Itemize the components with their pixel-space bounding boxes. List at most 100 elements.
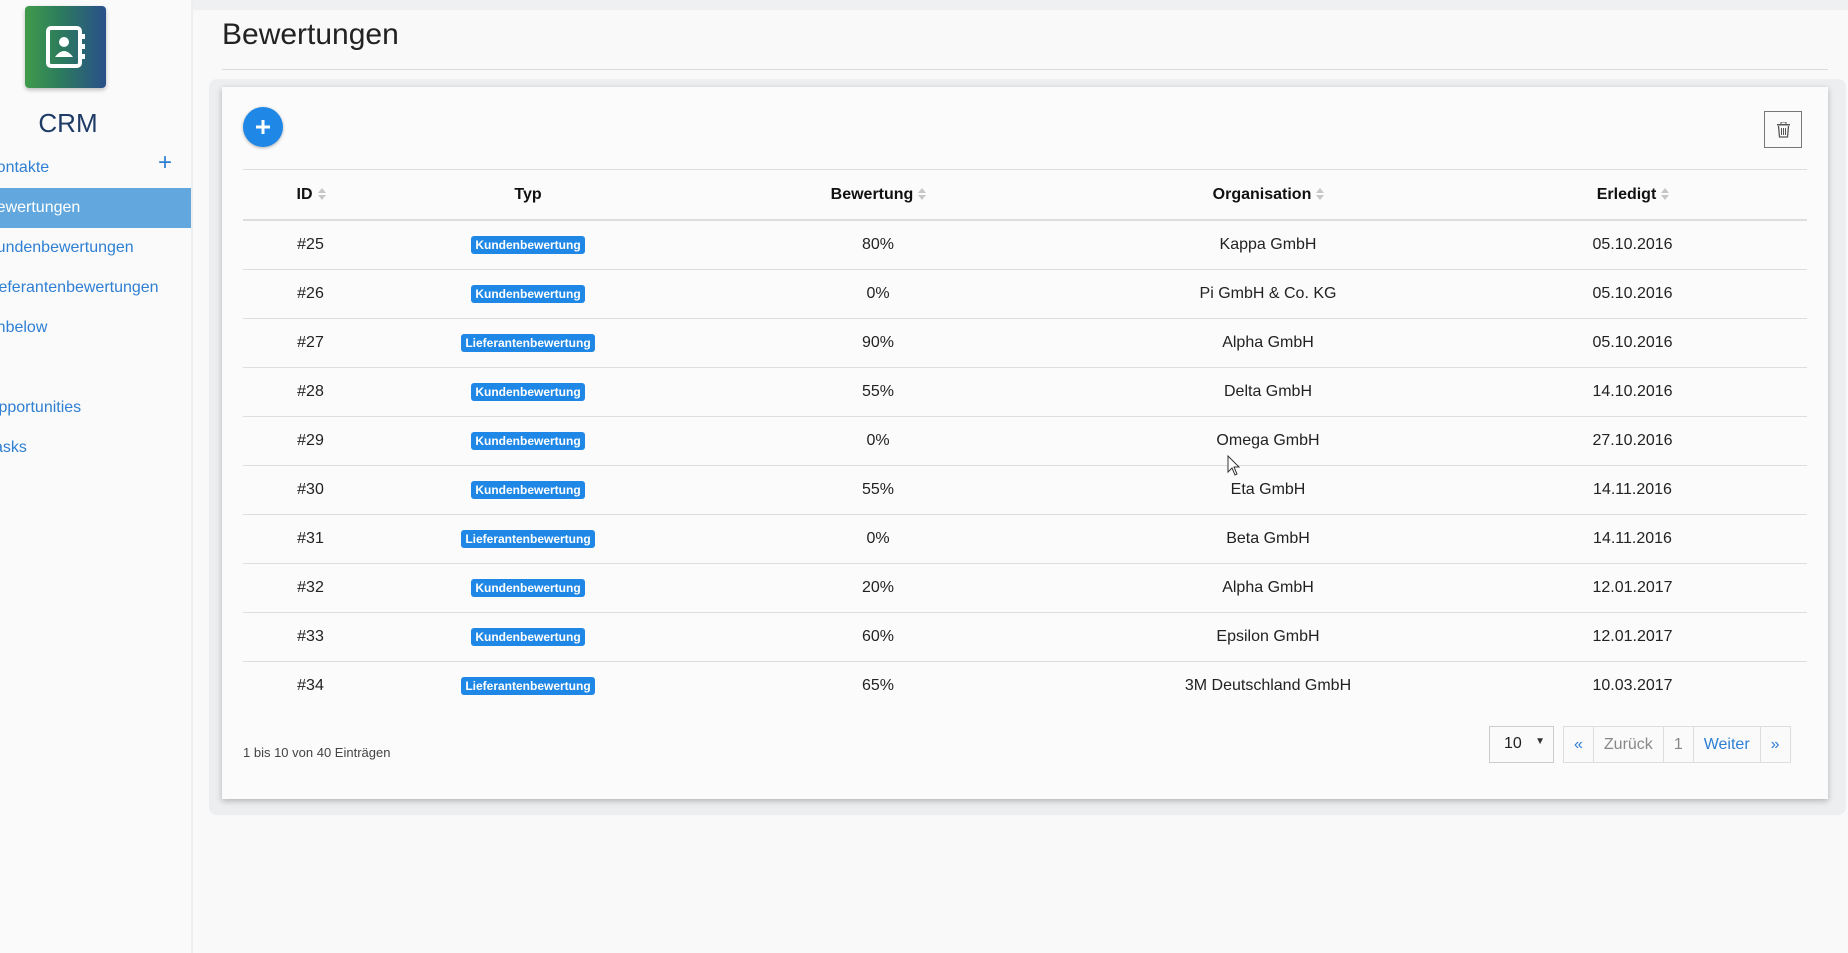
row-id-link[interactable]: #29 <box>243 416 378 466</box>
sidebar-item-tasks[interactable]: Tasks <box>0 428 191 468</box>
row-id-link[interactable]: #27 <box>243 318 378 368</box>
type-cell: Kundenbewertung <box>378 612 678 662</box>
table-header-row: ID Typ Bewertung Organisation Erledigt <box>243 169 1807 221</box>
type-cell: Kundenbewertung <box>378 416 678 466</box>
rating-cell: 0% <box>678 269 1078 319</box>
add-button[interactable] <box>243 107 283 147</box>
rating-cell: 55% <box>678 465 1078 515</box>
current-page-button[interactable]: 1 <box>1664 727 1694 762</box>
type-badge: Kundenbewertung <box>471 383 585 401</box>
delete-button[interactable] <box>1764 111 1802 148</box>
table-row: #32 Kundenbewertung 20% Alpha GmbH 12.01… <box>243 563 1807 613</box>
type-badge: Lieferantenbewertung <box>461 334 595 352</box>
column-header-erledigt[interactable]: Erledigt <box>1458 169 1807 221</box>
done-date-cell: 05.10.2016 <box>1458 269 1807 319</box>
done-date-cell: 10.03.2017 <box>1592 677 1673 694</box>
sidebar-item-opportunities[interactable]: Opportunities <box>0 388 191 428</box>
organisation-link[interactable]: Alpha GmbH <box>1078 563 1458 613</box>
app-name: CRM <box>38 108 98 138</box>
row-id-link[interactable]: #33 <box>243 612 378 662</box>
table-row: #31 Lieferantenbewertung 0% Beta GmbH 14… <box>243 514 1807 564</box>
add-contact-icon[interactable]: + <box>158 151 172 175</box>
table-row: #29 Kundenbewertung 0% Omega GmbH 27.10.… <box>243 416 1807 466</box>
done-date-cell: 05.10.2016 <box>1458 220 1807 270</box>
mouse-cursor-icon <box>1227 455 1241 476</box>
rating-cell: 0% <box>678 514 1078 564</box>
table-row: #25 Kundenbewertung 80% Kappa GmbH 05.10… <box>243 220 1807 270</box>
dropdown-arrow-icon: ▼ <box>1535 736 1545 747</box>
row-id-link[interactable]: #25 <box>243 220 378 270</box>
done-date-cell: 27.10.2016 <box>1458 416 1807 466</box>
row-id-link[interactable]: #30 <box>243 465 378 515</box>
first-page-button[interactable]: « <box>1564 727 1594 762</box>
title-divider <box>222 69 1828 70</box>
organisation-link[interactable]: 3M Deutschland GmbH <box>1078 662 1458 711</box>
done-date-cell: 12.01.2017 <box>1458 612 1807 662</box>
sidebar-item-kundenbewertungen[interactable]: Kundenbewertungen <box>0 228 191 268</box>
type-badge: Kundenbewertung <box>471 285 585 303</box>
pagination: « Zurück 1 Weiter » <box>1563 726 1791 763</box>
ratings-table: ID Typ Bewertung Organisation Erledigt #… <box>243 169 1807 710</box>
page-length-select[interactable]: 10 ▼ <box>1489 726 1554 763</box>
organisation-link[interactable]: Pi GmbH & Co. KG <box>1078 269 1458 319</box>
done-date-cell: 12.01.2017 <box>1458 563 1807 613</box>
next-page-button[interactable]: Weiter <box>1694 727 1761 762</box>
sort-icon <box>918 188 927 201</box>
sort-icon <box>1661 188 1670 201</box>
type-badge: Kundenbewertung <box>471 236 585 254</box>
done-date-cell: 14.11.2016 <box>1458 465 1807 515</box>
row-id-link[interactable]: #34 <box>243 662 378 711</box>
organisation-link[interactable]: Delta GmbH <box>1078 367 1458 417</box>
rating-cell: 65% <box>861 677 895 694</box>
rating-cell: 60% <box>678 612 1078 662</box>
column-header-organisation[interactable]: Organisation <box>1078 169 1458 221</box>
done-date-cell: 05.10.2016 <box>1458 318 1807 368</box>
table-row: #26 Kundenbewertung 0% Pi GmbH & Co. KG … <box>243 269 1807 319</box>
sidebar-item-lieferantenbewertungen[interactable]: Lieferantenbewertungen <box>0 268 191 308</box>
organisation-link[interactable]: Eta GmbH <box>1078 465 1458 515</box>
type-badge: Lieferantenbewertung <box>461 677 595 695</box>
table-info: 1 bis 10 von 40 Einträgen <box>243 745 391 760</box>
type-cell: Kundenbewertung <box>378 465 678 515</box>
type-cell: Lieferantenbewertung <box>378 514 678 564</box>
table-row: #34 Lieferantenbewertung 65% 3M Deutschl… <box>243 662 1807 711</box>
rating-cell: 20% <box>678 563 1078 613</box>
table-row: #33 Kundenbewertung 60% Epsilon GmbH 12.… <box>243 612 1807 662</box>
done-date-cell: 14.11.2016 <box>1458 514 1807 564</box>
contact-book-icon <box>46 26 85 68</box>
type-badge: Lieferantenbewertung <box>461 530 595 548</box>
row-id-link[interactable]: #26 <box>243 269 378 319</box>
sort-icon <box>317 188 326 201</box>
row-id-link[interactable]: #28 <box>243 367 378 417</box>
row-id-link[interactable]: #32 <box>243 563 378 613</box>
organisation-link[interactable]: Epsilon GmbH <box>1078 612 1458 662</box>
rating-cell: 0% <box>678 416 1078 466</box>
last-page-button[interactable]: » <box>1761 727 1790 762</box>
organisation-link[interactable]: Kappa GmbH <box>1078 220 1458 270</box>
type-cell: Lieferantenbewertung <box>378 318 678 368</box>
table-row: #27 Lieferantenbewertung 90% Alpha GmbH … <box>243 318 1807 368</box>
row-id-link[interactable]: #31 <box>243 514 378 564</box>
done-date-cell: 14.10.2016 <box>1458 367 1807 417</box>
page-title: Bewertungen <box>222 18 399 51</box>
type-cell: Kundenbewertung <box>378 220 678 270</box>
previous-page-button[interactable]: Zurück <box>1594 727 1664 762</box>
sidebar-item-anbelow[interactable]: Anbelow <box>0 308 191 348</box>
organisation-link[interactable]: Omega GmbH <box>1078 416 1458 466</box>
type-cell: Kundenbewertung <box>378 563 678 613</box>
trash-icon <box>1777 122 1790 138</box>
app-logo[interactable] <box>25 6 106 88</box>
type-badge: Kundenbewertung <box>471 628 585 646</box>
column-header-id[interactable]: ID <box>243 169 378 221</box>
rating-cell: 90% <box>678 318 1078 368</box>
top-bar <box>192 0 1848 10</box>
organisation-link[interactable]: Alpha GmbH <box>1078 318 1458 368</box>
sort-icon <box>1316 188 1325 201</box>
organisation-link[interactable]: Beta GmbH <box>1078 514 1458 564</box>
sidebar-item-bewertungen[interactable]: Bewertungen <box>0 188 191 228</box>
column-header-bewertung[interactable]: Bewertung <box>678 169 1078 221</box>
rating-cell: 55% <box>678 367 1078 417</box>
type-cell: Kundenbewertung <box>378 367 678 417</box>
type-badge: Kundenbewertung <box>471 432 585 450</box>
table-row: #30 Kundenbewertung 55% Eta GmbH 14.11.2… <box>243 465 1807 515</box>
